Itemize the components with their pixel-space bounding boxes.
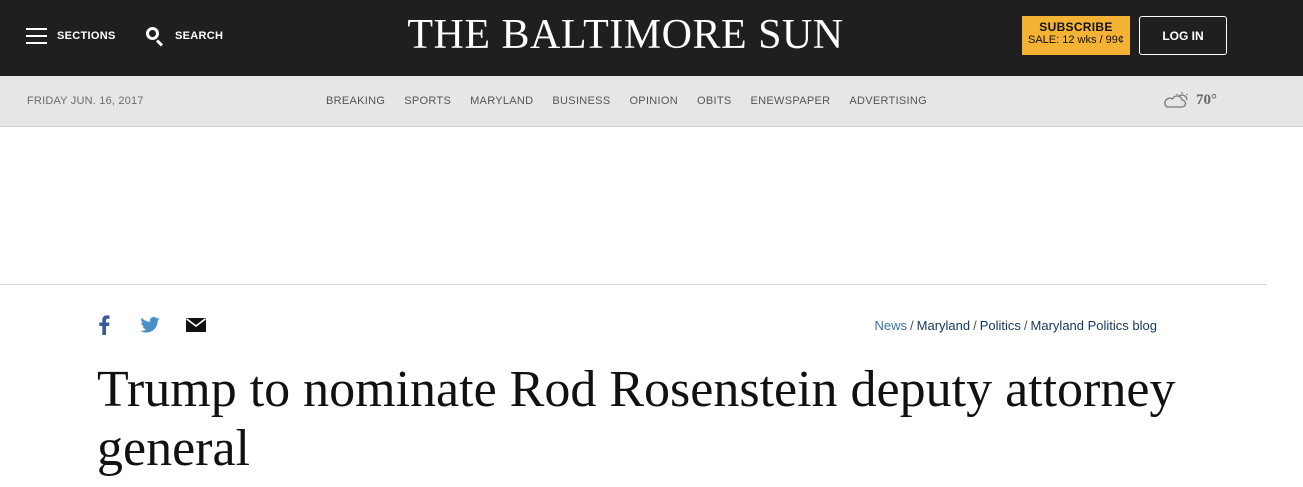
email-icon[interactable] <box>186 318 206 332</box>
article-headline: Trump to nominate Rod Rosenstein deputy … <box>97 361 1176 477</box>
nav-link-advertising[interactable]: ADVERTISING <box>849 95 927 107</box>
nav-link-obits[interactable]: OBITS <box>697 95 732 107</box>
nav-link-opinion[interactable]: OPINION <box>629 95 678 107</box>
nav-link-business[interactable]: BUSINESS <box>552 95 610 107</box>
facebook-icon[interactable] <box>98 315 110 335</box>
top-bar: SECTIONS SEARCH THE BALTIMORE SUN SUBSCR… <box>0 0 1303 76</box>
share-bar <box>98 314 206 336</box>
breadcrumb-news[interactable]: News <box>875 318 908 333</box>
section-nav-bar: FRIDAY JUN. 16, 2017 BREAKING SPORTS MAR… <box>0 76 1303 127</box>
weather-widget[interactable]: 70° <box>1162 90 1217 110</box>
nav-link-enewspaper[interactable]: ENEWSPAPER <box>751 95 831 107</box>
breadcrumb-maryland-politics-blog[interactable]: Maryland Politics blog <box>1031 318 1157 333</box>
breadcrumb-politics[interactable]: Politics <box>980 318 1021 333</box>
section-links: BREAKING SPORTS MARYLAND BUSINESS OPINIO… <box>326 95 946 107</box>
subscribe-button[interactable]: SUBSCRIBE SALE: 12 wks / 99¢ <box>1022 16 1130 55</box>
ad-space <box>0 127 1303 284</box>
nav-link-breaking[interactable]: BREAKING <box>326 95 385 107</box>
current-date: FRIDAY JUN. 16, 2017 <box>27 95 144 107</box>
breadcrumb-maryland[interactable]: Maryland <box>917 318 970 333</box>
temperature: 70° <box>1196 91 1217 108</box>
nav-link-sports[interactable]: SPORTS <box>404 95 451 107</box>
subscribe-sale-text: SALE: 12 wks / 99¢ <box>1028 34 1124 46</box>
divider <box>0 284 1267 285</box>
twitter-icon[interactable] <box>140 317 160 333</box>
breadcrumb: News / Maryland / Politics / Maryland Politics… <box>874 318 1158 333</box>
nav-link-maryland[interactable]: MARYLAND <box>470 95 533 107</box>
login-button[interactable]: LOG IN <box>1139 16 1227 55</box>
subscribe-title: SUBSCRIBE <box>1039 20 1113 34</box>
partly-cloudy-icon <box>1164 92 1188 108</box>
